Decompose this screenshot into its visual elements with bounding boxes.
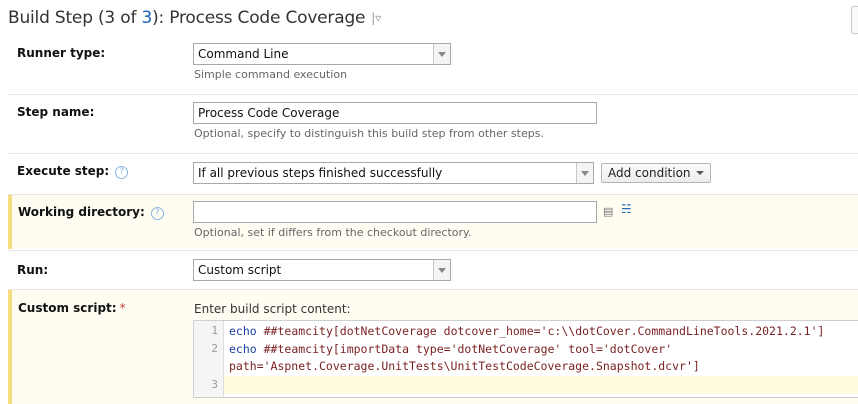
runner-type-select[interactable]: Command Line [193, 43, 451, 65]
chevron-down-icon [433, 260, 450, 280]
code-args: ##teamcity[dotNetCoverage dotcover_home=… [256, 324, 825, 338]
code-command: echo [229, 324, 257, 338]
title-suffix: ): Process Code Coverage [152, 8, 366, 28]
code-line: path='Aspnet.Coverage.UnitTests\UnitTest… [229, 359, 700, 373]
required-marker: * [119, 301, 126, 315]
page-title: Build Step (3 of 3): Process Code Covera… [8, 8, 381, 28]
step-name-label: Step name: [17, 105, 95, 119]
code-args: ##teamcity[importData type='dotNetCovera… [256, 342, 673, 356]
step-menu-icon[interactable]: |▿ [371, 11, 381, 25]
title-prefix: Build Step (3 of [8, 8, 142, 28]
run-label: Run: [17, 263, 49, 277]
code-args: path='Aspnet.Coverage.UnitTests\UnitTest… [229, 359, 700, 373]
code-command: echo [229, 342, 257, 356]
working-directory-label: Working directory:? [18, 205, 164, 220]
code-line: echo ##teamcity[importData type='dotNetC… [229, 342, 672, 356]
add-condition-label: Add condition [608, 166, 691, 180]
execute-step-label: Execute step:? [17, 164, 129, 179]
help-icon[interactable]: ? [115, 166, 129, 179]
run-select[interactable]: Custom script [193, 259, 451, 281]
execute-step-value: If all previous steps finished successfu… [198, 166, 443, 180]
working-directory-label-text: Working directory: [18, 205, 145, 219]
line-number: 1 [211, 324, 218, 337]
line-number-gutter: 1 2 3 [194, 321, 224, 397]
custom-script-caption: Enter build script content: [194, 302, 351, 316]
total-steps-link[interactable]: 3 [141, 8, 152, 28]
code-line: echo ##teamcity[dotNetCoverage dotcover_… [229, 324, 824, 338]
step-name-note: Optional, specify to distinguish this bu… [194, 127, 544, 140]
runner-type-label: Runner type: [17, 46, 106, 60]
step-name-input[interactable]: Process Code Coverage [193, 102, 597, 124]
top-right-button[interactable] [851, 6, 858, 34]
working-directory-input[interactable] [193, 201, 597, 223]
tree-icon[interactable]: ☵ [621, 202, 632, 216]
script-editor[interactable]: 1 2 3 echo ##teamcity[dotNetCoverage dot… [193, 320, 858, 398]
custom-script-label-text: Custom script: [18, 301, 117, 315]
runner-type-value: Command Line [198, 47, 289, 61]
caret-down-icon [695, 171, 704, 175]
execute-step-select[interactable]: If all previous steps finished successfu… [193, 162, 594, 184]
execute-step-label-text: Execute step: [17, 164, 110, 178]
help-icon[interactable]: ? [150, 207, 164, 220]
line-number: 2 [211, 342, 218, 355]
chevron-down-icon [576, 163, 593, 183]
run-value: Custom script [198, 263, 282, 277]
working-directory-note: Optional, set if differs from the checko… [194, 226, 472, 239]
active-line-highlight [224, 376, 858, 394]
line-number: 3 [211, 378, 218, 391]
runner-type-note: Simple command execution [194, 68, 348, 81]
list-icon[interactable]: ▤ [603, 205, 613, 218]
add-condition-button[interactable]: Add condition [601, 163, 711, 183]
custom-script-label: Custom script: * [18, 301, 126, 315]
chevron-down-icon [433, 44, 450, 64]
